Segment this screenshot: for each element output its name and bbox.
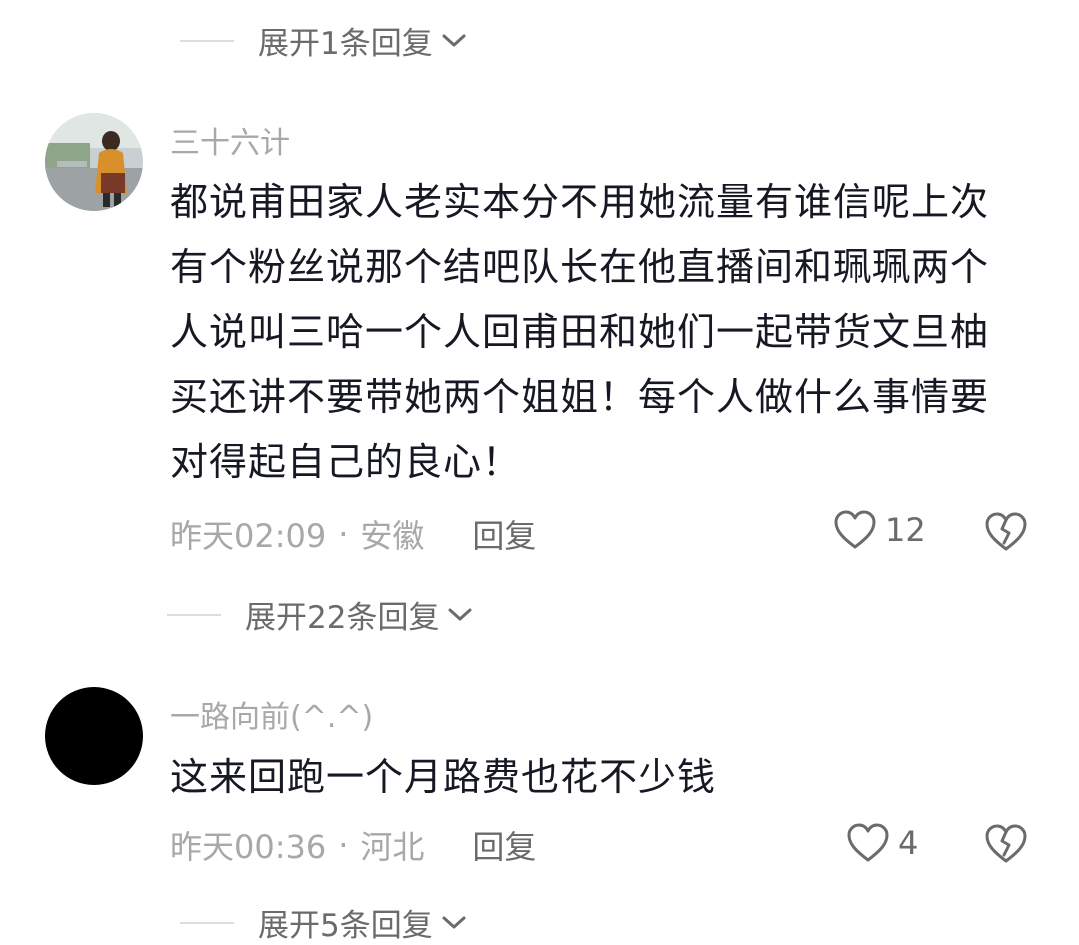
heart-outline-icon (834, 510, 876, 549)
like-button[interactable]: 12 (833, 509, 926, 551)
comment-location: 安徽 (360, 517, 425, 555)
dislike-button[interactable] (984, 823, 1028, 869)
avatar[interactable] (45, 113, 143, 211)
dislike-button[interactable] (984, 511, 1028, 557)
chevron-down-icon (441, 915, 467, 931)
expand-replies-button[interactable]: 展开5条回复 (180, 900, 467, 945)
broken-heart-icon (985, 824, 1027, 863)
comment-location: 河北 (360, 828, 425, 866)
comment-meta: 昨天00:36 · 河北 回复 (170, 822, 536, 868)
chevron-down-icon (441, 33, 467, 49)
comment-line: 对得起自己的良心！ (170, 440, 522, 484)
avatar[interactable] (45, 687, 143, 785)
expand-replies-label: 展开22条回复 (245, 600, 440, 636)
comment-text: 这来回跑一个月路费也花不少钱 (170, 745, 1040, 810)
comment-line: 有个粉丝说那个结吧队长在他直播间和珮珮两个 (170, 245, 990, 289)
username[interactable]: 一路向前(^.^) (170, 692, 373, 736)
reply-button[interactable]: 回复 (472, 511, 536, 557)
expand-replies-label: 展开1条回复 (258, 26, 433, 62)
like-count: 4 (898, 824, 919, 862)
username[interactable]: 三十六计 (170, 118, 290, 162)
expand-replies-label: 展开5条回复 (258, 908, 433, 944)
heart-outline-icon (847, 823, 889, 862)
chevron-down-icon (447, 607, 473, 623)
reply-button[interactable]: 回复 (472, 822, 536, 868)
comment-time: 昨天00:36 (170, 828, 327, 866)
like-count: 12 (885, 511, 926, 549)
divider-line (167, 613, 221, 616)
divider-line (180, 39, 234, 42)
comment-text: 都说甫田家人老实本分不用她流量有谁信呢上次 有个粉丝说那个结吧队长在他直播间和珮… (170, 170, 1040, 495)
comment-line: 都说甫田家人老实本分不用她流量有谁信呢上次 (170, 180, 990, 224)
comment-line: 买还讲不要带她两个姐姐！每个人做什么事情要 (170, 375, 990, 419)
comment-line: 人说叫三哈一个人回甫田和她们一起带货文旦柚 (170, 310, 990, 354)
expand-replies-button[interactable]: 展开22条回复 (167, 592, 473, 637)
broken-heart-icon (985, 512, 1027, 551)
comment-line: 这来回跑一个月路费也花不少钱 (170, 755, 717, 799)
divider-line (180, 921, 234, 924)
like-button[interactable]: 4 (846, 822, 918, 864)
expand-replies-button[interactable]: 展开1条回复 (180, 18, 467, 63)
meta-separator: · (338, 515, 349, 553)
comment-time: 昨天02:09 (170, 517, 327, 555)
comment-meta: 昨天02:09 · 安徽 回复 (170, 511, 536, 557)
meta-separator: · (338, 826, 349, 864)
